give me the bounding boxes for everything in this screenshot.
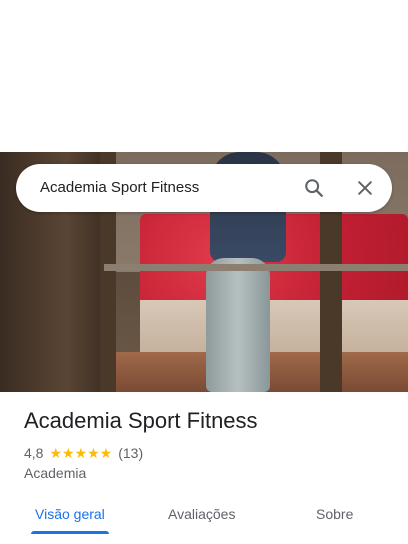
photo-person-legs [206,258,270,392]
close-icon [358,181,372,195]
search-button[interactable] [298,172,330,204]
top-blank-area [0,0,408,152]
close-button[interactable] [349,172,381,204]
rating-stars-icon: ★★★★★ [49,444,113,461]
place-title: Academia Sport Fitness [24,408,258,433]
reviews-count[interactable]: (13) [118,445,143,461]
search-bar[interactable]: Academia Sport Fitness [16,164,392,212]
rating-value: 4,8 [24,445,44,461]
place-category[interactable]: Academia [24,465,86,481]
place-tabs: Visão geral Avaliações Sobre [0,498,408,544]
tab-about[interactable]: Sobre [316,498,353,532]
rating-row[interactable]: 4,8 ★★★★★ (13) [24,444,143,462]
tab-reviews[interactable]: Avaliações [168,498,235,532]
photo-mirror-rail [104,264,408,271]
tab-overview[interactable]: Visão geral [35,498,105,532]
search-icon [305,179,323,197]
active-tab-indicator [31,531,109,534]
search-query[interactable]: Academia Sport Fitness [40,164,199,212]
